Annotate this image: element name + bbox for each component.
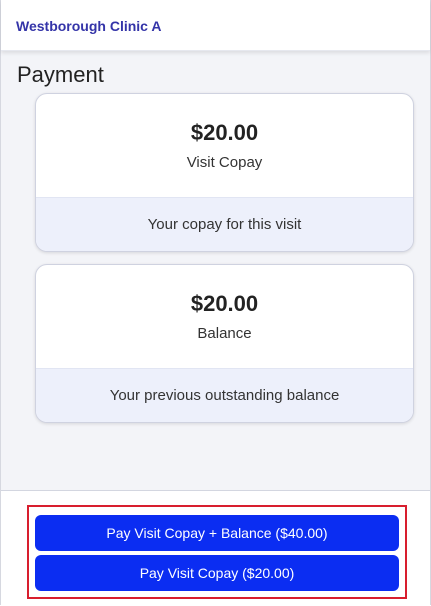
pay-copay-button[interactable]: Pay Visit Copay ($20.00)	[35, 555, 399, 591]
visit-copay-card: $20.00 Visit Copay Your copay for this v…	[35, 93, 414, 252]
copay-label: Visit Copay	[186, 154, 263, 171]
copay-description: Your copay for this visit	[36, 197, 413, 251]
card-header: $20.00 Balance	[36, 265, 413, 368]
balance-amount: $20.00	[190, 291, 259, 316]
balance-card: $20.00 Balance Your previous outstanding…	[35, 264, 414, 423]
app-header: Westborough Clinic A	[1, 0, 430, 51]
balance-description: Your previous outstanding balance	[36, 368, 413, 422]
page-title: Payment	[17, 62, 104, 87]
balance-label: Balance	[197, 325, 252, 342]
payment-screen: Westborough Clinic A Payment $20.00 Visi…	[0, 0, 431, 606]
copay-amount: $20.00	[190, 120, 259, 145]
card-header: $20.00 Visit Copay	[36, 94, 413, 197]
payment-actions-footer: Pay Visit Copay + Balance ($40.00) Pay V…	[1, 490, 430, 606]
clinic-name: Westborough Clinic A	[16, 18, 162, 34]
highlight-box: Pay Visit Copay + Balance ($40.00) Pay V…	[27, 505, 407, 599]
pay-copay-and-balance-button[interactable]: Pay Visit Copay + Balance ($40.00)	[35, 515, 399, 551]
